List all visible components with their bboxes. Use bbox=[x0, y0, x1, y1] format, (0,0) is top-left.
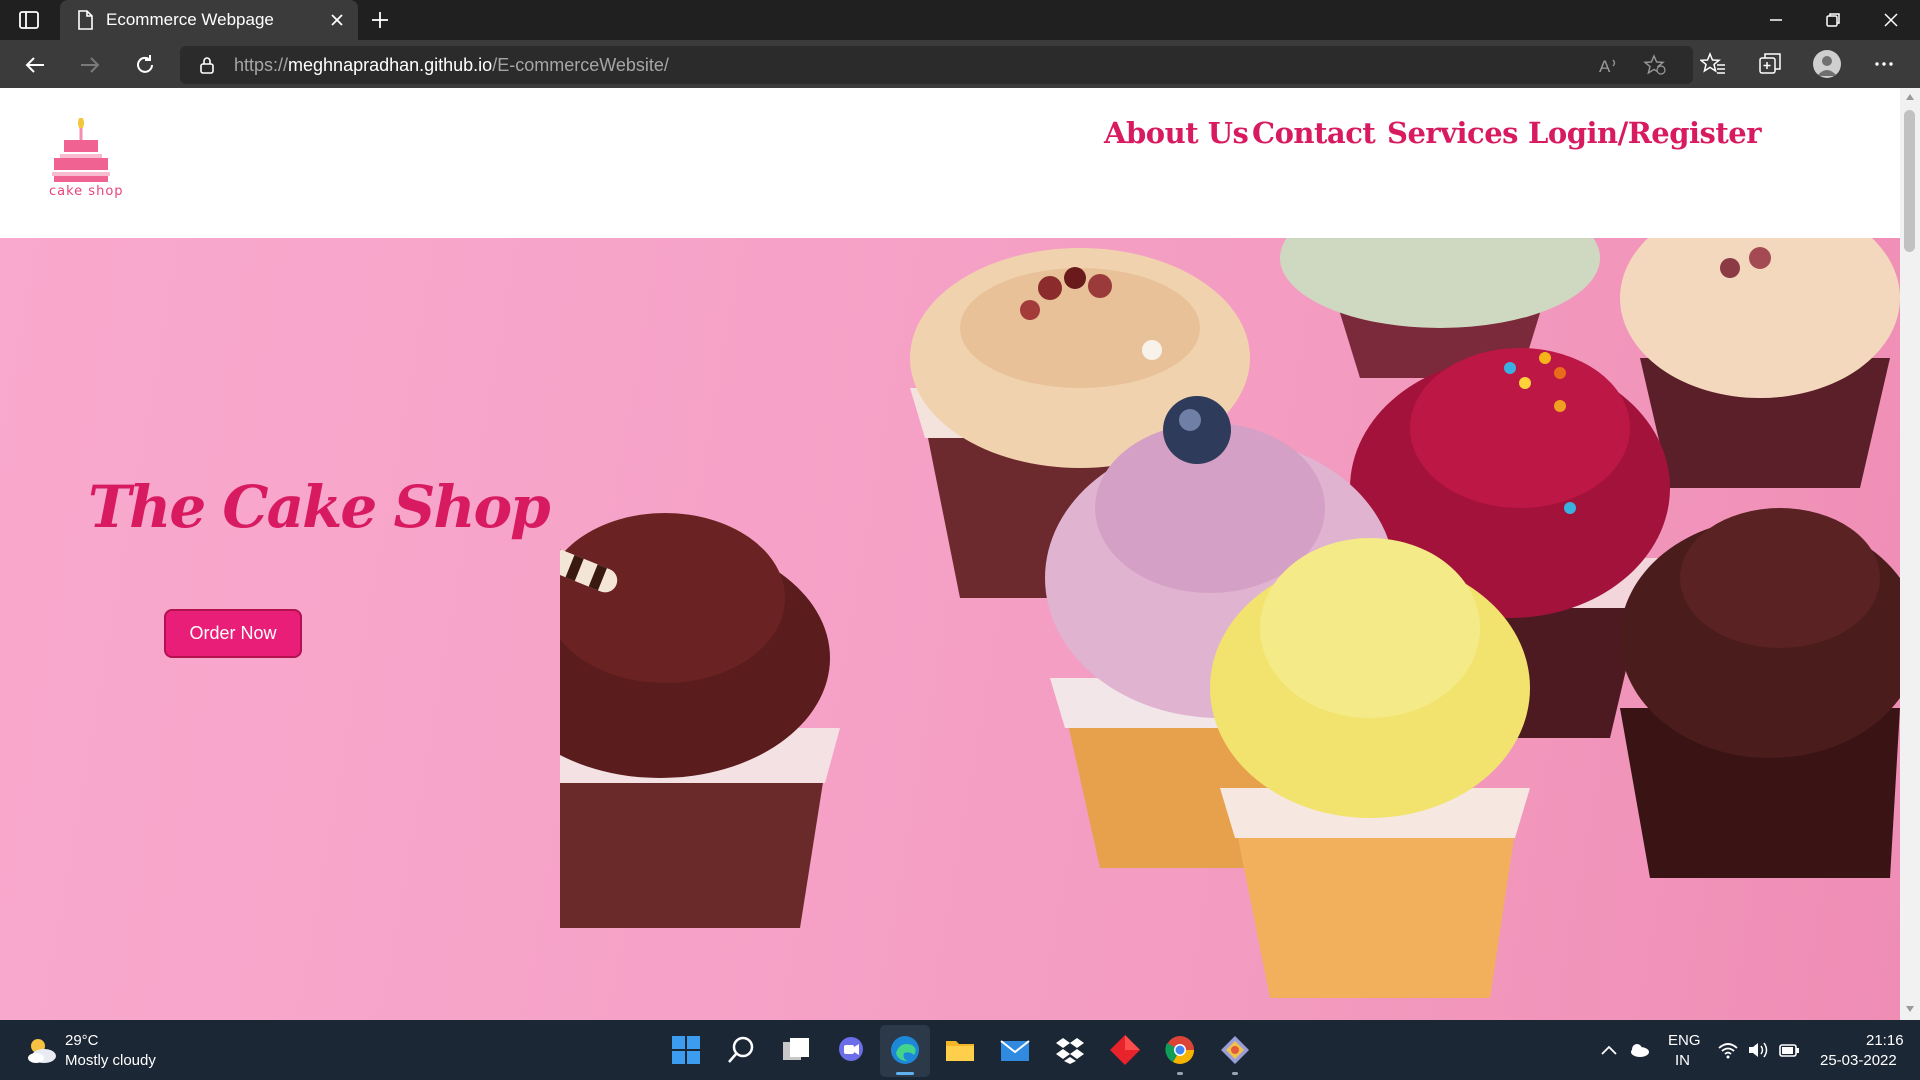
profile-avatar[interactable] bbox=[1813, 50, 1841, 78]
tab-title: Ecommerce Webpage bbox=[106, 10, 274, 29]
refresh-icon[interactable] bbox=[132, 52, 158, 78]
edge-icon[interactable] bbox=[888, 1033, 922, 1067]
file-explorer-icon[interactable] bbox=[943, 1033, 977, 1067]
back-icon[interactable] bbox=[22, 52, 48, 78]
forward-icon[interactable] bbox=[77, 52, 103, 78]
battery-icon[interactable] bbox=[1778, 1040, 1800, 1060]
close-tab-icon[interactable] bbox=[326, 9, 348, 31]
page-icon bbox=[78, 10, 93, 30]
hero-banner: The Cake Shop Order Now bbox=[0, 238, 1900, 1020]
lock-icon[interactable] bbox=[198, 55, 216, 75]
profile-icon bbox=[1817, 56, 1837, 76]
scroll-down-icon[interactable] bbox=[1906, 1006, 1914, 1012]
onedrive-cloud-icon[interactable] bbox=[1628, 1040, 1650, 1060]
chrome-running-indicator bbox=[1177, 1072, 1183, 1075]
tab-actions-icon[interactable] bbox=[18, 10, 40, 30]
nav-services[interactable]: Services bbox=[1387, 116, 1518, 150]
order-now-button[interactable]: Order Now bbox=[164, 609, 302, 658]
dropbox-icon[interactable] bbox=[1053, 1033, 1087, 1067]
chrome-icon[interactable] bbox=[1163, 1033, 1197, 1067]
nav-login-register[interactable]: Login/Register bbox=[1528, 116, 1762, 150]
collections-icon[interactable] bbox=[1757, 51, 1783, 77]
clock-date[interactable]: 25-03-2022 bbox=[1820, 1052, 1897, 1069]
wifi-icon[interactable] bbox=[1717, 1040, 1739, 1060]
logo-text: cake shop bbox=[49, 184, 124, 199]
start-icon[interactable] bbox=[669, 1033, 703, 1067]
new-tab-icon[interactable] bbox=[368, 8, 392, 32]
search-icon[interactable] bbox=[724, 1033, 758, 1067]
volume-icon[interactable] bbox=[1747, 1040, 1769, 1060]
browser-window: Ecommerce Webpage https://meghnapradhan.… bbox=[0, 0, 1920, 1020]
git-icon[interactable] bbox=[1218, 1033, 1252, 1067]
git-running-indicator bbox=[1232, 1072, 1238, 1075]
nav-about-us[interactable]: About Us bbox=[1104, 116, 1249, 150]
weather-description: Mostly cloudy bbox=[65, 1052, 156, 1069]
region-indicator[interactable]: IN bbox=[1675, 1052, 1690, 1069]
more-icon[interactable] bbox=[1871, 51, 1897, 77]
restore-icon[interactable] bbox=[1821, 8, 1845, 32]
title-bar: Ecommerce Webpage bbox=[0, 0, 1920, 40]
tab-ecommerce-webpage[interactable]: Ecommerce Webpage bbox=[60, 0, 358, 40]
task-view-icon[interactable] bbox=[779, 1033, 813, 1067]
vertical-scrollbar[interactable] bbox=[1900, 88, 1920, 1020]
clock-time[interactable]: 21:16 bbox=[1866, 1032, 1904, 1049]
nav-contact[interactable]: Contact bbox=[1252, 116, 1376, 150]
url-text[interactable]: https://meghnapradhan.github.io/E-commer… bbox=[234, 55, 669, 76]
chevron-up-icon[interactable] bbox=[1598, 1040, 1620, 1060]
add-favorite-icon[interactable] bbox=[1643, 54, 1667, 76]
scroll-up-icon[interactable] bbox=[1906, 94, 1914, 100]
app-red-icon[interactable] bbox=[1108, 1033, 1142, 1067]
site-header: cake shop About Us Contact Services Logi… bbox=[0, 88, 1900, 238]
address-bar[interactable]: https://meghnapradhan.github.io/E-commer… bbox=[180, 46, 1693, 84]
favorites-icon[interactable] bbox=[1700, 51, 1726, 77]
mail-icon[interactable] bbox=[998, 1033, 1032, 1067]
cupcakes-image bbox=[560, 238, 1900, 998]
edge-active-indicator bbox=[896, 1072, 914, 1075]
language-indicator[interactable]: ENG bbox=[1668, 1032, 1701, 1049]
weather-cloudy-icon[interactable] bbox=[24, 1034, 58, 1066]
scrollbar-thumb[interactable] bbox=[1904, 110, 1915, 252]
svg-text:A: A bbox=[1599, 57, 1611, 76]
weather-temperature: 29°C bbox=[65, 1032, 99, 1049]
hero-title: The Cake Shop bbox=[88, 473, 551, 541]
chat-icon[interactable] bbox=[834, 1033, 868, 1067]
page-viewport: cake shop About Us Contact Services Logi… bbox=[0, 88, 1900, 1020]
close-window-icon[interactable] bbox=[1879, 8, 1903, 32]
minimize-icon[interactable] bbox=[1764, 8, 1788, 32]
read-aloud-icon[interactable]: A bbox=[1597, 54, 1621, 76]
